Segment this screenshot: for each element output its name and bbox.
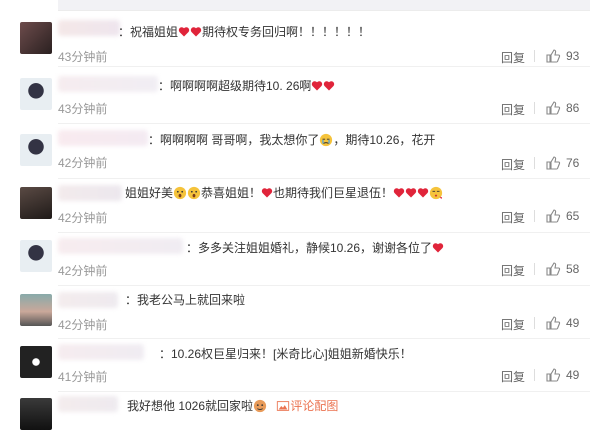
heart-icon [324,81,335,91]
avatar[interactable] [20,294,52,326]
reply-button[interactable]: 回复 [501,49,525,66]
username[interactable] [58,344,144,360]
avatar[interactable] [20,134,52,166]
sticker-emoji-icon [253,399,267,413]
heart-icon [312,81,323,91]
comment-text: ：祝福姐姐 期待权专务回归啊！！！！！！ [118,25,371,39]
username[interactable] [58,238,183,254]
comment-text: ：多多关注姐姐婚礼，静候10.26，谢谢各位了 [186,240,444,256]
heart-icon [432,243,444,253]
comment-time: 41分钟前 [58,370,108,384]
divider [534,157,535,169]
separator [58,123,590,124]
avatar[interactable] [20,78,52,110]
comment-text: ：啊啊啊啊 哥哥啊，我太想你了 ，期待10.26，花开 [148,133,436,147]
thumb-up-icon[interactable] [545,208,561,224]
kiss-emoji-icon [429,186,443,200]
divider [534,50,535,62]
like-count: 49 [566,368,580,382]
like-count: 86 [566,101,580,115]
comment-time: 42分钟前 [58,156,108,170]
heart-icon [261,188,273,198]
comment-time: 43分钟前 [58,50,108,64]
thumb-up-icon[interactable] [545,261,561,277]
thumb-up-icon[interactable] [545,100,561,116]
divider [534,210,535,222]
separator [58,285,590,286]
username[interactable] [58,20,120,36]
thumb-up-icon[interactable] [545,315,561,331]
comment-text: 姐姐好美 恭喜姐姐！ 也期待我们巨星退伍！ [125,185,443,201]
comment-text: ：我老公马上就回来啦 [125,293,246,307]
separator [58,391,590,392]
previous-comment-edge [58,0,590,11]
separator [58,338,590,339]
thumb-up-icon[interactable] [545,48,561,64]
heart-icon [190,27,202,37]
avatar[interactable] [20,240,52,272]
comment-item: 我好想他 1026就回家啦 评论配图 [0,396,590,430]
like-count: 49 [566,316,580,330]
thumb-up-icon[interactable] [545,155,561,171]
like-count: 93 [566,49,580,63]
reply-button[interactable]: 回复 [501,209,525,226]
surprised-emoji-icon [173,186,187,200]
comment-text: ：10.26权巨星归来！[米奇比心]姐姐新婚快乐！ [159,347,412,361]
comment-text: ：啊啊啊啊超级期待10. 26啊 [158,78,335,94]
divider [534,369,535,381]
divider [534,263,535,275]
comment-item: ：祝福姐姐 期待权专务回归啊！！！！！！ 43分钟前 回复 93 [0,20,590,76]
separator [58,178,590,179]
like-count: 76 [566,156,580,170]
like-count: 65 [566,209,580,223]
avatar[interactable] [20,187,52,219]
divider [534,317,535,329]
username[interactable] [58,130,148,146]
username[interactable] [58,396,118,412]
avatar[interactable] [20,398,52,430]
comment-picture-link[interactable]: 评论配图 [290,399,338,413]
reply-button[interactable]: 回复 [501,101,525,118]
comment-time: 42分钟前 [58,264,108,278]
heart-icon [417,188,429,198]
username[interactable] [58,185,122,201]
comment-time: 42分钟前 [58,318,108,332]
divider [534,102,535,114]
thumb-up-icon[interactable] [545,367,561,383]
heart-icon [393,188,405,198]
username[interactable] [58,76,158,92]
separator [58,66,590,67]
username[interactable] [58,292,118,308]
like-count: 58 [566,262,580,276]
heart-icon [405,188,417,198]
comment-time: 43分钟前 [58,102,108,116]
comment-text: 我好想他 1026就回家啦 评论配图 [127,399,339,413]
picture-icon [277,401,290,411]
surprised-emoji-icon [187,186,201,200]
crying-emoji-icon [320,133,333,147]
reply-button[interactable]: 回复 [501,368,525,385]
reply-button[interactable]: 回复 [501,156,525,173]
avatar[interactable] [20,346,52,378]
reply-button[interactable]: 回复 [501,316,525,333]
comment-time: 42分钟前 [58,211,108,225]
avatar[interactable] [20,22,52,54]
heart-icon [178,27,190,37]
comment-item: ：我老公马上就回来啦 42分钟前 回复 49 [0,292,590,348]
separator [58,232,590,233]
reply-button[interactable]: 回复 [501,262,525,279]
